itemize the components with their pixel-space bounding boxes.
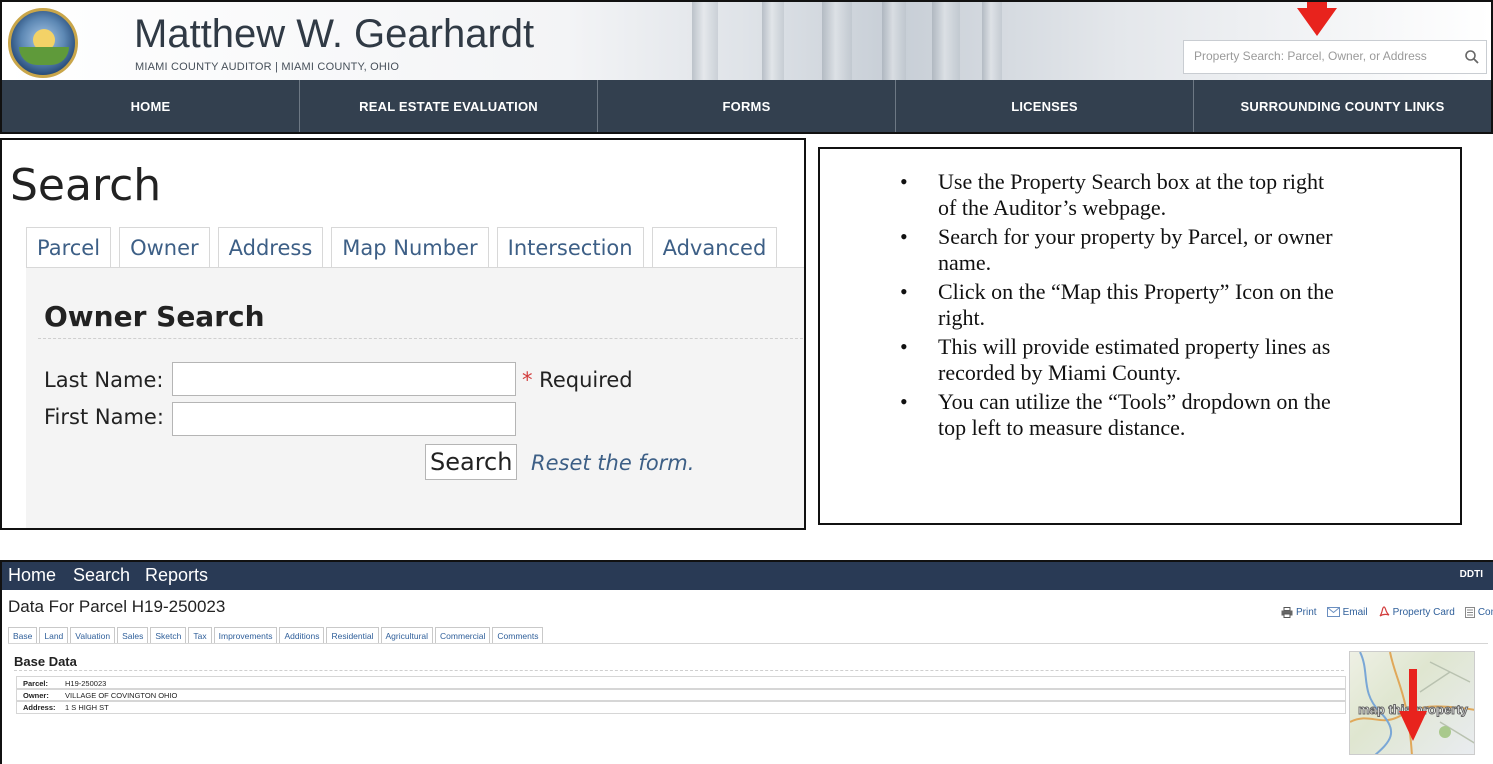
first-name-label: First Name: [44, 405, 164, 429]
page-title: Search [10, 160, 162, 211]
auditor-subtitle: MIAMI COUNTY AUDITOR | MIAMI COUNTY, OHI… [135, 61, 400, 73]
property-card-action[interactable]: Property Card [1378, 604, 1455, 620]
instructions-list: • Use the Property Search box at the top … [820, 149, 1358, 444]
tab-sales[interactable]: Sales [117, 627, 149, 644]
tab-map-number[interactable]: Map Number [331, 227, 489, 267]
nav-surrounding-county-links[interactable]: SURROUNDING COUNTY LINKS [1193, 80, 1491, 132]
red-arrow-icon [1399, 669, 1427, 741]
instruction-item: • This will provide estimated property li… [900, 334, 1331, 385]
nav-licenses[interactable]: LICENSES [895, 80, 1193, 132]
instruction-item: • You can utilize the “Tools” dropdown on… [900, 389, 1331, 440]
tab-intersection[interactable]: Intersection [496, 227, 644, 267]
county-seal-logo[interactable] [8, 8, 78, 78]
nav-forms[interactable]: FORMS [597, 80, 895, 132]
parcel-tabs: Base Land Valuation Sales Sketch Tax Imp… [8, 627, 544, 644]
pdf-icon [1379, 606, 1389, 617]
printer-icon [1281, 606, 1293, 618]
instruction-item: • Search for your property by Parcel, or … [900, 224, 1333, 275]
comparables-icon [1464, 606, 1475, 618]
tab-commercial[interactable]: Commercial [435, 627, 491, 644]
search-button[interactable]: Search [425, 444, 518, 480]
tab-valuation[interactable]: Valuation [70, 627, 116, 644]
nav-reports[interactable]: Reports [145, 565, 208, 586]
tab-improvements[interactable]: Improvements [213, 627, 278, 644]
auditor-header-screenshot: Matthew W. Gearhardt MIAMI COUNTY AUDITO… [0, 0, 1493, 134]
tab-advanced[interactable]: Advanced [651, 227, 778, 267]
tab-land[interactable]: Land [39, 627, 69, 644]
tab-address[interactable]: Address [217, 227, 324, 267]
first-name-field[interactable] [172, 402, 516, 436]
bullet-icon: • [900, 224, 908, 249]
property-search-input[interactable] [1184, 41, 1466, 71]
search-tabs: Parcel Owner Address Map Number Intersec… [26, 227, 778, 267]
form-title: Owner Search [44, 300, 265, 333]
parcel-title: Data For Parcel H19-250023 [8, 597, 226, 616]
vendor-label: DDTI [1459, 569, 1483, 580]
reset-form-link[interactable]: Reset the form. [531, 451, 694, 475]
section-title: Base Data [14, 654, 77, 669]
tab-base[interactable]: Base [8, 627, 38, 644]
tab-sketch[interactable]: Sketch [150, 627, 187, 644]
nav-search[interactable]: Search [73, 565, 130, 586]
nav-home[interactable]: Home [8, 565, 56, 586]
required-indicator: * Required [522, 368, 633, 392]
instruction-item: • Use the Property Search box at the top … [900, 169, 1325, 220]
tab-additions[interactable]: Additions [279, 627, 325, 644]
divider [38, 338, 804, 339]
tab-tax[interactable]: Tax [188, 627, 212, 644]
last-name-label: Last Name: [44, 368, 164, 392]
tabs-divider [8, 643, 1488, 644]
print-action[interactable]: Print [1281, 604, 1317, 620]
parcel-data-screenshot: Home Search Reports DDTI Data For Parcel… [0, 560, 1493, 764]
table-row: Address: 1 S HIGH ST [16, 700, 1346, 714]
divider [14, 670, 1344, 671]
parcel-nav: Home Search Reports DDTI [2, 562, 1493, 590]
search-panel-screenshot: Search Parcel Owner Address Map Number I… [0, 138, 806, 530]
red-arrow-icon [1297, 2, 1337, 36]
nav-real-estate-evaluation[interactable]: REAL ESTATE EVALUATION [299, 80, 597, 132]
property-search-box [1183, 40, 1487, 74]
main-nav: HOME REAL ESTATE EVALUATION FORMS LICENS… [2, 80, 1491, 132]
instructions-box: • Use the Property Search box at the top … [818, 147, 1462, 525]
nav-home[interactable]: HOME [2, 80, 299, 132]
email-action[interactable]: Email [1326, 604, 1368, 620]
instruction-item: • Click on the “Map this Property” Icon o… [900, 279, 1334, 330]
bullet-icon: • [900, 334, 908, 359]
parcel-actions: Print Email Property Card Comparables [1281, 604, 1493, 620]
tab-comments[interactable]: Comments [492, 627, 544, 644]
tab-agricultural[interactable]: Agricultural [380, 627, 434, 644]
tab-parcel[interactable]: Parcel [26, 227, 112, 267]
tab-residential[interactable]: Residential [326, 627, 379, 644]
comparables-action[interactable]: Comparables [1464, 604, 1493, 620]
auditor-name: Matthew W. Gearhardt [134, 12, 535, 56]
bullet-icon: • [900, 169, 908, 194]
bullet-icon: • [900, 389, 908, 414]
tab-owner[interactable]: Owner [119, 227, 210, 267]
header-banner: Matthew W. Gearhardt MIAMI COUNTY AUDITO… [2, 2, 1491, 80]
bullet-icon: • [900, 279, 908, 304]
search-icon[interactable] [1464, 49, 1480, 65]
last-name-field[interactable] [172, 362, 516, 396]
envelope-icon [1326, 607, 1340, 617]
